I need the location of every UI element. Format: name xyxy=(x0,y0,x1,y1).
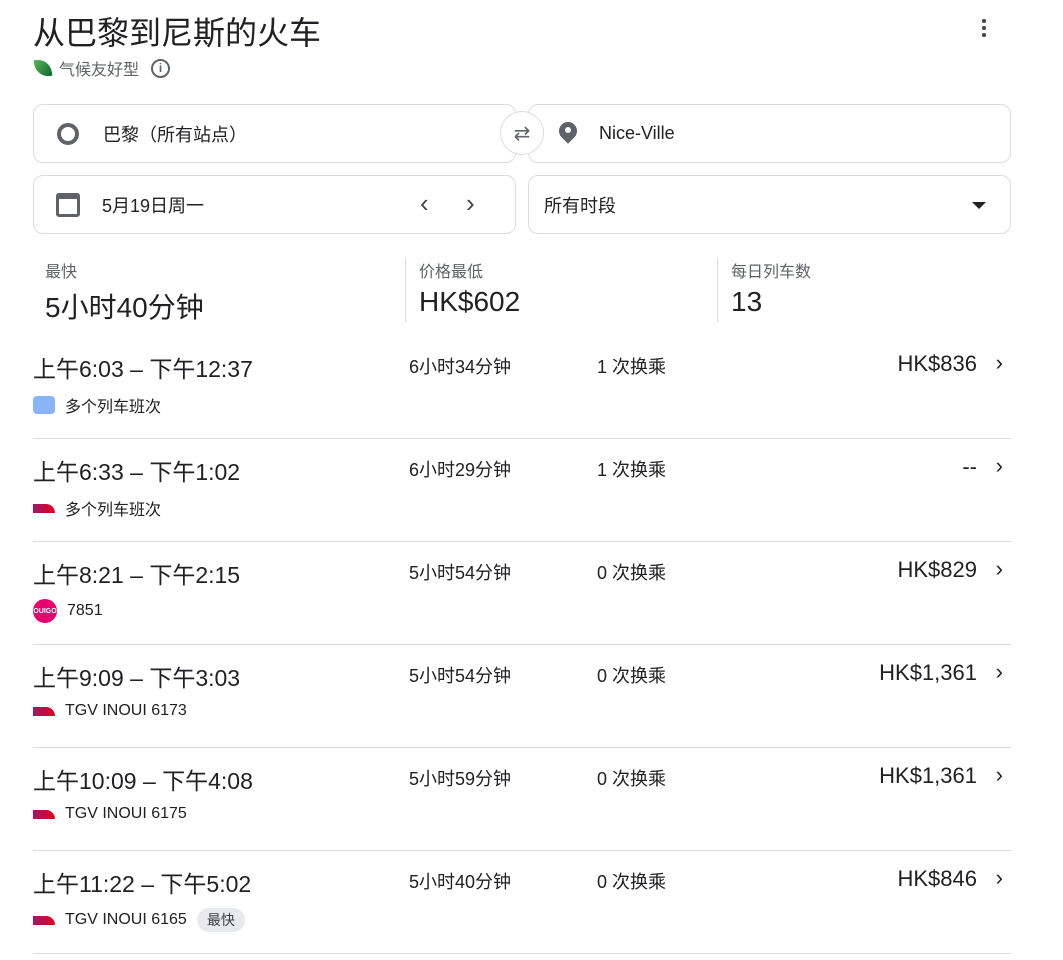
tgv-logo-icon xyxy=(33,809,55,819)
duration: 5小时59分钟 xyxy=(409,769,512,789)
next-date-icon[interactable]: › xyxy=(466,188,475,219)
chevron-right-icon[interactable]: › xyxy=(996,762,1003,788)
transfers: 0 次换乘 xyxy=(597,666,667,686)
departure-arrival-time: 上午6:03 – 下午12:37 xyxy=(33,356,253,382)
carrier: 多个列车班次 xyxy=(33,393,161,417)
departure-arrival-time: 上午10:09 – 下午4:08 xyxy=(33,768,253,794)
stat-label: 每日列车数 xyxy=(731,264,812,281)
duration: 6小时29分钟 xyxy=(409,460,512,480)
stat-cheapest: 价格最低 HK$602 xyxy=(419,258,520,322)
location-pin-icon xyxy=(559,122,577,146)
multi-train-icon xyxy=(33,396,55,414)
duration: 5小时54分钟 xyxy=(409,666,512,686)
carrier-name: 多个列车班次 xyxy=(65,502,162,519)
train-result-row[interactable]: 上午6:33 – 下午1:02 6小时29分钟 1 次换乘 -- › 多个列车班… xyxy=(33,439,1011,542)
calendar-icon xyxy=(56,192,80,217)
prev-date-icon[interactable]: ‹ xyxy=(420,188,429,219)
chevron-right-icon[interactable]: › xyxy=(996,865,1003,891)
carrier: TGV INOUI 6175 xyxy=(33,805,187,823)
duration: 5小时40分钟 xyxy=(409,872,512,892)
stat-value: 5小时40分钟 xyxy=(45,292,204,323)
stat-label: 价格最低 xyxy=(419,264,484,281)
train-result-row[interactable]: 上午11:22 – 下午5:02 5小时40分钟 0 次换乘 HK$846 › … xyxy=(33,851,1011,954)
dropdown-arrow-icon xyxy=(972,202,986,209)
page-title: 从巴黎到尼斯的火车 xyxy=(33,15,322,51)
stat-fastest: 最快 5小时40分钟 xyxy=(45,258,204,323)
carrier-name: TGV INOUI 6173 xyxy=(65,702,187,719)
swap-icon: ⇄ xyxy=(513,122,531,145)
time-filter-select[interactable]: 所有时段 xyxy=(528,175,1011,234)
leaf-icon xyxy=(33,57,53,79)
chevron-right-icon[interactable]: › xyxy=(996,453,1003,479)
divider xyxy=(717,258,718,322)
stat-value: HK$602 xyxy=(419,286,521,317)
carrier: 多个列车班次 xyxy=(33,496,161,520)
ouigo-logo-icon: OUIGO xyxy=(33,599,57,623)
stat-daily-trains: 每日列车数 13 xyxy=(731,258,811,322)
tgv-logo-icon xyxy=(33,915,55,925)
carrier: OUIGO 7851 xyxy=(33,599,103,623)
carrier-name: TGV INOUI 6165 xyxy=(65,911,187,928)
time-filter-value: 所有时段 xyxy=(544,195,616,216)
price: HK$829 xyxy=(897,557,977,582)
duration: 5小时54分钟 xyxy=(409,563,512,583)
fastest-badge: 最快 xyxy=(196,908,245,932)
chevron-right-icon[interactable]: › xyxy=(996,659,1003,685)
carrier-name: TGV INOUI 6175 xyxy=(65,805,187,822)
carrier: TGV INOUI 6173 xyxy=(33,702,187,720)
destination-value: Nice-Ville xyxy=(599,123,675,143)
eco-text: 气候友好型 xyxy=(59,62,140,79)
stat-value: 13 xyxy=(731,286,763,317)
carrier: TGV INOUI 6165 最快 xyxy=(33,908,245,932)
price: HK$836 xyxy=(897,351,977,376)
chevron-right-icon[interactable]: › xyxy=(996,350,1003,376)
transfers: 1 次换乘 xyxy=(597,460,667,480)
tgv-logo-icon xyxy=(33,503,55,513)
train-result-row[interactable]: 上午10:09 – 下午4:08 5小时59分钟 0 次换乘 HK$1,361 … xyxy=(33,748,1011,851)
departure-arrival-time: 上午8:21 – 下午2:15 xyxy=(33,562,241,588)
transfers: 1 次换乘 xyxy=(597,357,667,377)
more-options-icon[interactable] xyxy=(970,14,998,42)
transfers: 0 次换乘 xyxy=(597,769,667,789)
transfers: 0 次换乘 xyxy=(597,872,667,892)
price: HK$1,361 xyxy=(879,660,977,685)
info-icon[interactable]: i xyxy=(151,58,171,78)
origin-circle-icon xyxy=(57,122,79,145)
eco-label: 气候友好型 i xyxy=(33,56,171,80)
departure-arrival-time: 上午11:22 – 下午5:02 xyxy=(33,871,252,897)
origin-value: 巴黎（所有站点） xyxy=(103,124,247,145)
chevron-right-icon[interactable]: › xyxy=(996,556,1003,582)
divider xyxy=(405,258,406,322)
price: -- xyxy=(962,454,977,479)
carrier-name: 7851 xyxy=(67,602,103,619)
price: HK$846 xyxy=(897,866,977,891)
date-value: 5月19日周一 xyxy=(102,195,205,216)
duration: 6小时34分钟 xyxy=(409,357,512,377)
train-result-row[interactable]: 上午8:21 – 下午2:15 5小时54分钟 0 次换乘 HK$829 › O… xyxy=(33,542,1011,645)
tgv-logo-icon xyxy=(33,706,55,716)
transfers: 0 次换乘 xyxy=(597,563,667,583)
date-picker[interactable]: 5月19日周一 ‹ › xyxy=(33,175,516,234)
departure-arrival-time: 上午9:09 – 下午3:03 xyxy=(33,665,241,691)
swap-button[interactable]: ⇄ xyxy=(500,111,544,155)
origin-input[interactable]: 巴黎（所有站点） xyxy=(33,104,516,163)
train-result-row[interactable]: 上午9:09 – 下午3:03 5小时54分钟 0 次换乘 HK$1,361 ›… xyxy=(33,645,1011,748)
train-result-row[interactable]: 上午6:03 – 下午12:37 6小时34分钟 1 次换乘 HK$836 › … xyxy=(33,336,1011,439)
price: HK$1,361 xyxy=(879,763,977,788)
stat-label: 最快 xyxy=(45,264,78,281)
destination-input[interactable]: Nice-Ville xyxy=(528,104,1011,163)
carrier-name: 多个列车班次 xyxy=(65,399,162,416)
departure-arrival-time: 上午6:33 – 下午1:02 xyxy=(33,459,241,485)
